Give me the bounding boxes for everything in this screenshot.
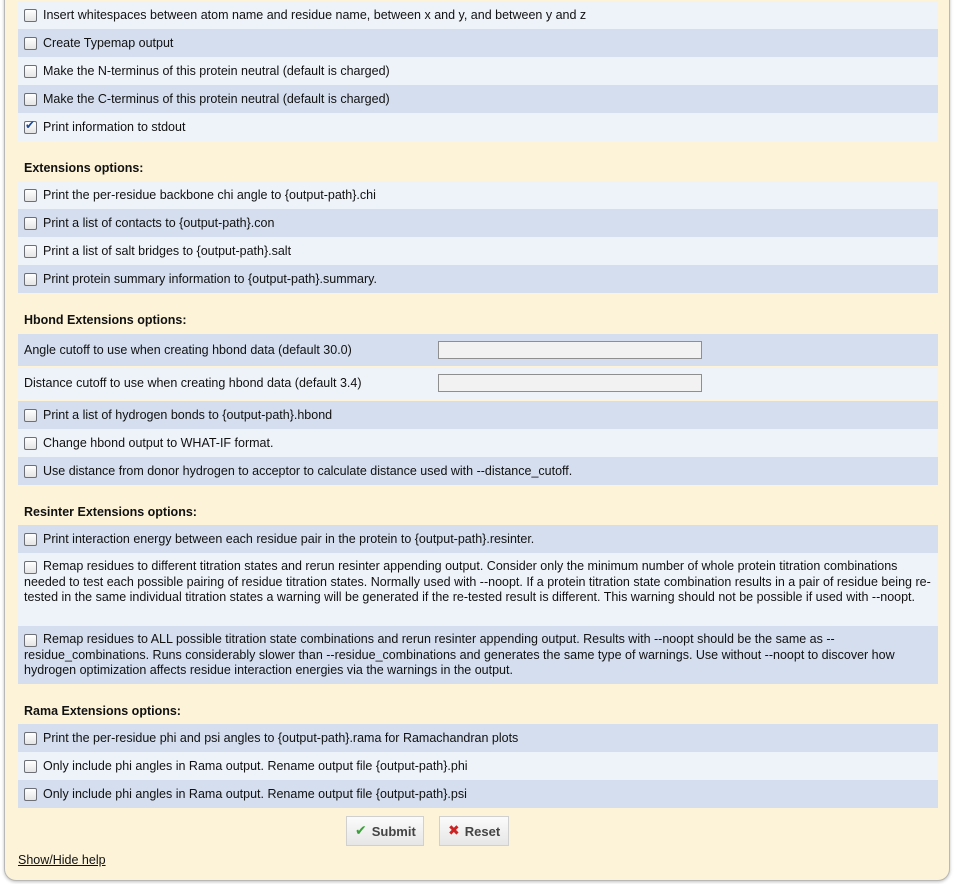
option-label: Only include phi angles in Rama output. … <box>43 759 468 773</box>
section-heading-hbond: Hbond Extensions options: <box>24 313 187 327</box>
reset-label: Reset <box>464 823 501 839</box>
option-row[interactable]: Create Typemap output <box>18 29 938 57</box>
option-row[interactable]: Print protein summary information to {ou… <box>18 265 938 293</box>
option-row[interactable]: Change hbond output to WHAT-IF format. <box>18 429 938 457</box>
option-label-wrap: Remap residues to ALL possible titration… <box>24 632 932 679</box>
option-row[interactable]: Remap residues to different titration st… <box>18 553 938 626</box>
checkbox[interactable] <box>24 244 37 258</box>
option-row[interactable]: Make the C-terminus of this protein neut… <box>18 85 938 113</box>
option-row[interactable]: Print interaction energy between each re… <box>18 525 938 553</box>
checkbox[interactable] <box>24 188 37 202</box>
checkbox[interactable] <box>24 436 37 450</box>
option-row[interactable]: Print information to stdout <box>18 113 938 141</box>
distance-cutoff-input[interactable] <box>438 374 702 392</box>
option-label: Use distance from donor hydrogen to acce… <box>43 464 573 478</box>
option-label: Print the per-residue backbone chi angle… <box>43 188 376 202</box>
checkbox[interactable] <box>24 118 37 134</box>
option-label: Remap residues to ALL possible titration… <box>24 632 895 677</box>
distance-cutoff-label: Distance cutoff to use when creating hbo… <box>24 376 362 390</box>
angle-cutoff-row: Angle cutoff to use when creating hbond … <box>18 334 938 366</box>
option-label: Change hbond output to WHAT-IF format. <box>43 436 274 450</box>
checkbox[interactable] <box>24 272 37 286</box>
option-row[interactable]: Print the per-residue phi and psi angles… <box>18 724 938 752</box>
section-heading-extensions: Extensions options: <box>24 161 144 175</box>
option-row[interactable]: Print the per-residue backbone chi angle… <box>18 181 938 209</box>
option-row[interactable]: Make the N-terminus of this protein neut… <box>18 57 938 85</box>
show-hide-help-link[interactable]: Show/Hide help <box>18 853 106 867</box>
option-label: Print information to stdout <box>43 120 186 134</box>
checkbox[interactable] <box>24 92 37 106</box>
option-row[interactable]: Print a list of contacts to {output-path… <box>18 209 938 237</box>
x-icon: ✖ <box>448 823 460 839</box>
option-label: Print interaction energy between each re… <box>43 532 535 546</box>
option-label: Make the N-terminus of this protein neut… <box>43 64 390 78</box>
option-label: Print protein summary information to {ou… <box>43 272 377 286</box>
checkbox[interactable] <box>24 408 37 422</box>
option-row[interactable]: Print a list of salt bridges to {output-… <box>18 237 938 265</box>
option-row[interactable]: Only include phi angles in Rama output. … <box>18 780 938 808</box>
angle-cutoff-label: Angle cutoff to use when creating hbond … <box>24 343 352 357</box>
checkbox[interactable] <box>24 731 37 745</box>
checkbox[interactable] <box>24 36 37 50</box>
checkmark-icon: ✔ <box>355 823 367 839</box>
option-row[interactable]: Use distance from donor hydrogen to acce… <box>18 457 938 485</box>
checkbox[interactable] <box>24 464 37 478</box>
checkbox[interactable] <box>24 634 37 647</box>
option-row[interactable]: Insert whitespaces between atom name and… <box>18 1 938 29</box>
option-label: Print the per-residue phi and psi angles… <box>43 731 519 745</box>
submit-label: Submit <box>371 823 416 839</box>
option-row[interactable]: Only include phi angles in Rama output. … <box>18 752 938 780</box>
option-label: Create Typemap output <box>43 36 174 50</box>
submit-button[interactable]: ✔ Submit <box>346 816 424 846</box>
distance-cutoff-row: Distance cutoff to use when creating hbo… <box>18 367 938 399</box>
option-label: Remap residues to different titration st… <box>24 559 931 604</box>
checkbox[interactable] <box>24 8 37 22</box>
checkbox[interactable] <box>24 561 37 574</box>
checkbox[interactable] <box>24 64 37 78</box>
option-row[interactable]: Print a list of hydrogen bonds to {outpu… <box>18 401 938 429</box>
option-label: Print a list of contacts to {output-path… <box>43 216 275 230</box>
option-label: Print a list of salt bridges to {output-… <box>43 244 292 258</box>
checkbox[interactable] <box>24 532 37 546</box>
checkbox[interactable] <box>24 216 37 230</box>
option-label-wrap: Remap residues to different titration st… <box>24 559 932 606</box>
option-row[interactable]: Remap residues to ALL possible titration… <box>18 626 938 684</box>
option-label: Only include phi angles in Rama output. … <box>43 787 467 801</box>
option-label: Insert whitespaces between atom name and… <box>43 8 587 22</box>
checkbox[interactable] <box>24 759 37 773</box>
section-heading-resinter: Resinter Extensions options: <box>24 505 197 519</box>
section-heading-rama: Rama Extensions options: <box>24 704 181 718</box>
reset-button[interactable]: ✖ Reset <box>439 816 509 846</box>
angle-cutoff-input[interactable] <box>438 341 702 359</box>
option-label: Make the C-terminus of this protein neut… <box>43 92 390 106</box>
option-label: Print a list of hydrogen bonds to {outpu… <box>43 408 333 422</box>
checkbox[interactable] <box>24 787 37 801</box>
